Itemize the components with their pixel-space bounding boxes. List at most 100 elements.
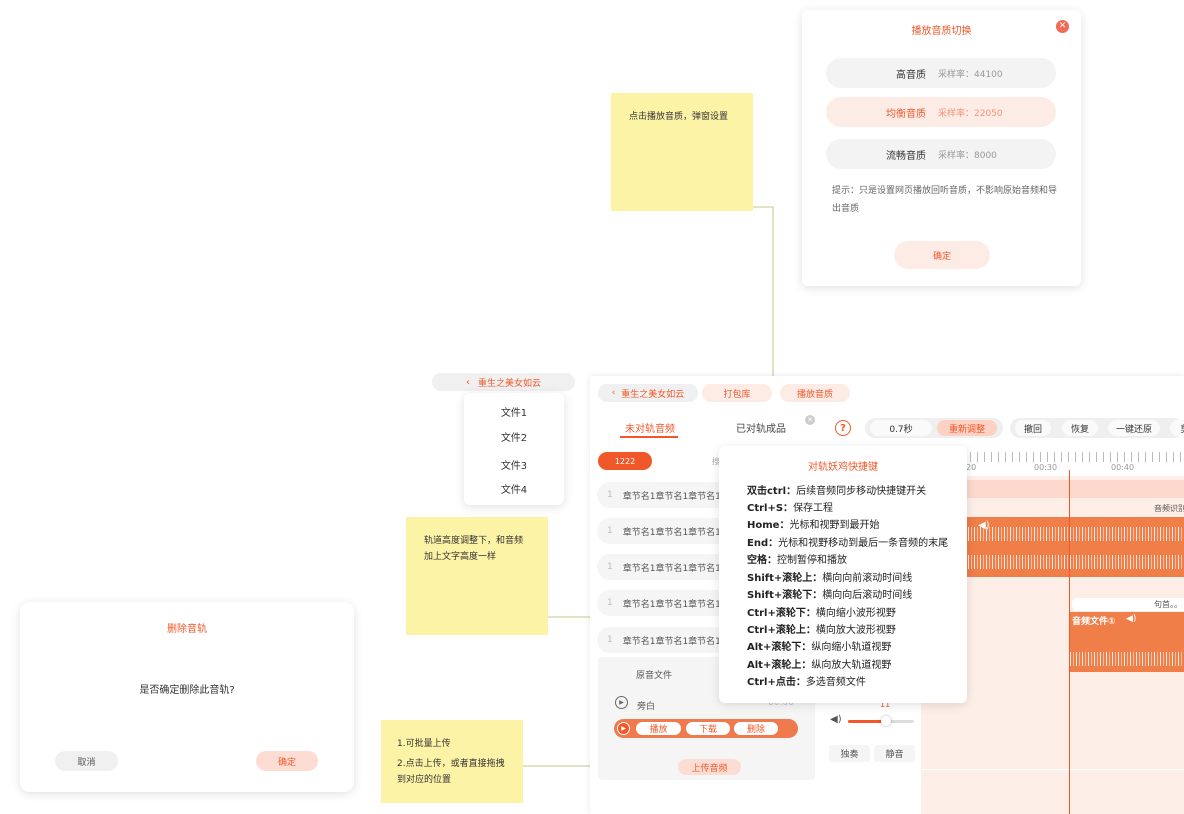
back-button[interactable]: ‹ 重生之美女如云 [598, 384, 698, 402]
pack-library-button[interactable]: 打包库 [702, 384, 772, 402]
play-quality-button[interactable]: 播放音质 [780, 384, 850, 402]
cancel-button[interactable]: 取消 [55, 751, 118, 771]
track-divider [921, 769, 1184, 770]
book-menu-item[interactable]: 文件3 [464, 457, 564, 472]
download-button[interactable]: 下载 [686, 722, 730, 735]
mute-button[interactable]: 静音 [874, 745, 915, 762]
shortcut-key: Shift+滚轮下： [747, 590, 823, 601]
tab-unmatched-audio[interactable]: 未对轨音频 [625, 420, 675, 435]
close-icon[interactable]: ✕ [1056, 20, 1069, 33]
shortcut-row: Shift+滚轮下：横向向后滚动时间线 [747, 586, 912, 601]
chapter-row[interactable]: 1 章节名1章节名1章节名1 [597, 482, 722, 508]
back-label: 重生之美女如云 [621, 389, 685, 400]
shortcut-desc: 控制暂停和播放 [777, 555, 847, 566]
close-icon[interactable]: ✕ [805, 415, 815, 425]
book-menu-title: 重生之美女如云 [477, 378, 541, 389]
help-icon[interactable]: ? [835, 420, 851, 436]
time-step-value[interactable]: 0.7秒 [870, 420, 932, 436]
upload-audio-button[interactable]: 上传音频 [678, 759, 741, 775]
volume-slider[interactable] [848, 716, 914, 726]
sticky-note-text: 轨道高度调整下，和音频加上文字高度一样 [424, 536, 524, 562]
audio-track-clip[interactable]: 音频文件① ◀) [1070, 612, 1184, 672]
ruler-tick-label: 00:30 [1034, 463, 1058, 472]
delete-button[interactable]: 删除 [734, 722, 778, 735]
cut-button[interactable]: 剪 [1170, 420, 1184, 436]
audio-track-clip[interactable]: ◀) [962, 517, 1184, 577]
shortcut-desc: 多选音频文件 [805, 677, 866, 688]
shortcut-row: End：光标和视野移动到最后一条音频的末尾 [747, 534, 948, 549]
restore-all-button[interactable]: 一键还原 [1108, 420, 1160, 436]
shortcut-row: Home：光标和视野到最开始 [747, 516, 879, 531]
book-menu-list: 文件1 文件2 文件3 文件4 [464, 393, 564, 505]
quality-confirm-button[interactable]: 确定 [894, 241, 990, 269]
quality-option-high[interactable]: 高音质 采样率：44100 [826, 58, 1056, 88]
quality-option-name: 高音质 [896, 69, 926, 81]
original-audio-label: 原音文件 [636, 671, 673, 681]
ruler-tick-label: 00:40 [1111, 463, 1135, 472]
play-circle-icon[interactable]: ▶ [617, 722, 630, 735]
quality-option-balanced[interactable]: 均衡音质 采样率：22050 [826, 97, 1056, 127]
book-menu-item[interactable]: 文件1 [464, 404, 564, 419]
shortcut-row: Ctrl+S：保存工程 [747, 499, 833, 514]
sticky-note-text: 点击播放音质，弹窗设置 [629, 112, 729, 122]
shortcut-desc: 横向缩小波形视野 [815, 608, 896, 619]
shortcut-row: 双击ctrl：后续音频同步移动快捷键开关 [747, 482, 926, 497]
quality-option-name: 均衡音质 [886, 108, 926, 120]
shortcut-key: Ctrl+S： [747, 503, 794, 514]
quality-option-name: 流畅音质 [886, 150, 926, 162]
shortcut-desc: 后续音频同步移动快捷键开关 [796, 486, 927, 497]
quality-dialog-title: 播放音质切换 [911, 26, 972, 37]
play-button[interactable]: 播放 [636, 722, 681, 735]
shortcut-desc: 横向放大波形视野 [815, 625, 896, 636]
waveform [1070, 652, 1184, 666]
narration-label: 旁白 [637, 702, 656, 712]
speaker-icon[interactable]: ◀) [978, 520, 990, 531]
chapter-row[interactable]: 1 章节名1章节名1章节名1 [597, 627, 722, 653]
confirm-button[interactable]: 确定 [256, 751, 318, 771]
sticky-note-upload: 1.可批量上传 2.点击上传，或者直接拖拽到对应的位置 [381, 720, 523, 803]
book-menu-item[interactable]: 文件2 [464, 429, 564, 444]
shortcut-desc: 保存工程 [793, 503, 834, 514]
readjust-button[interactable]: 重新调整 [937, 420, 997, 436]
shortcut-key: 双击ctrl： [747, 486, 797, 497]
shortcut-desc: 纵向缩小轨道视野 [811, 642, 892, 653]
playhead[interactable] [1069, 470, 1070, 814]
chapter-name: 章节名1章节名1章节名1 [622, 527, 721, 538]
book-menu-header[interactable]: ‹ 重生之美女如云 [432, 373, 575, 391]
audio-file-label: 音频文件① [1072, 617, 1116, 627]
chapter-num: 1 [607, 598, 613, 608]
volume-slider-handle[interactable] [881, 716, 891, 726]
chapter-num: 1 [607, 490, 613, 500]
delete-dialog-message: 是否确定删除此音轨? [139, 685, 235, 696]
redo-button[interactable]: 恢复 [1062, 420, 1098, 436]
sticky-note-track-height: 轨道高度调整下，和音频加上文字高度一样 [406, 517, 548, 635]
chapter-num: 1 [607, 562, 613, 572]
shortcut-desc: 光标和视野移动到最后一条音频的末尾 [778, 538, 949, 549]
chapter-row[interactable]: 1 章节名1章节名1章节名1 [597, 590, 722, 616]
tag-badge[interactable]: 1222 [598, 452, 652, 470]
chapter-name: 章节名1章节名1章节名1 [622, 599, 721, 610]
chapter-row[interactable]: 1 章节名1章节名1章节名1 [597, 554, 722, 580]
waveform [962, 555, 1184, 569]
sentence-label: 句首。。 [1072, 598, 1184, 611]
tab-matched-products[interactable]: 已对轨成品 [736, 420, 786, 435]
solo-button[interactable]: 独奏 [829, 745, 870, 762]
chapter-num: 1 [607, 526, 613, 536]
shortcut-row: Alt+滚轮上：纵向放大轨道视野 [747, 656, 891, 671]
quality-option-smooth[interactable]: 流畅音质 采样率：8000 [826, 139, 1056, 169]
tab-underline [620, 436, 678, 438]
shortcut-row: 空格：控制暂停和播放 [747, 551, 847, 566]
shortcut-dialog-title: 对轨妖鸡快捷键 [808, 462, 878, 473]
shortcut-row: Shift+滚轮上：横向向前滚动时间线 [747, 569, 912, 584]
chapter-row[interactable]: 1 章节名1章节名1章节名1 [597, 518, 722, 544]
shortcut-key: Ctrl+滚轮上： [747, 625, 816, 636]
shortcut-key: Home： [747, 520, 790, 531]
shortcut-key: Ctrl+点击： [747, 677, 806, 688]
play-circle-icon[interactable]: ▶ [615, 696, 628, 709]
sticky-note-quality: 点击播放音质，弹窗设置 [611, 93, 753, 211]
chapter-num: 1 [607, 635, 613, 645]
quality-option-rate: 采样率：8000 [938, 150, 997, 161]
book-menu-item[interactable]: 文件4 [464, 481, 564, 496]
undo-button[interactable]: 撤回 [1015, 420, 1051, 436]
speaker-icon[interactable]: ◀) [1126, 614, 1136, 624]
